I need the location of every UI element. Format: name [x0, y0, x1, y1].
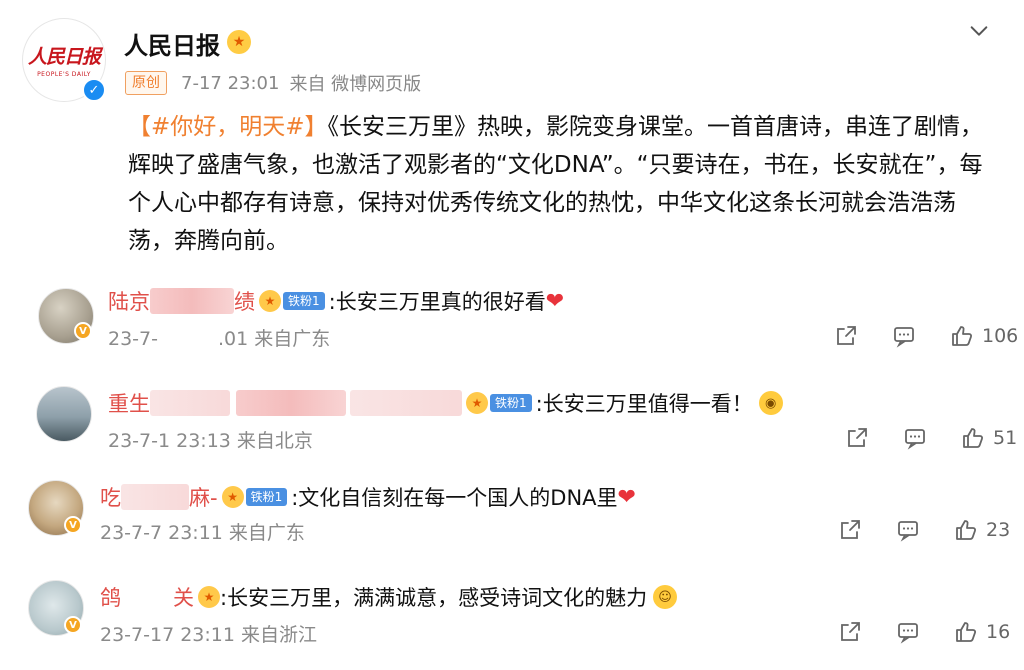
fan-badge: 铁粉1 — [283, 292, 325, 310]
post-meta: 原创 7-17 23:01 来自 微博网页版 — [125, 70, 421, 96]
comment-actions: 51 — [845, 426, 1017, 450]
commenter-name-end[interactable]: 麻- — [189, 482, 218, 512]
like-count: 16 — [986, 621, 1011, 643]
comment-item: V 鸽 关 ★ :长安三万里，满满诚意，感受诗词文化的魅力 ☺ 23-7-17 … — [0, 574, 1024, 666]
commenter-avatar[interactable] — [36, 386, 92, 442]
comment-item: V 陆京 绩 ★ 铁粉1 :长安三万里真的很好看 ❤ 23-7- .01 来自广东… — [0, 280, 1024, 372]
crown-icon: ★ — [466, 392, 488, 414]
commenter-name[interactable]: 陆京 — [108, 286, 150, 316]
comment-actions: 106 — [834, 324, 1018, 348]
redaction — [150, 288, 234, 314]
like-icon[interactable] — [961, 426, 985, 450]
share-icon[interactable] — [838, 518, 862, 542]
comment-item: V 吃 麻- ★ 铁粉1 :文化自信刻在每一个国人的DNA里 ❤ 23-7-7 … — [0, 474, 1024, 566]
like-icon[interactable] — [954, 518, 978, 542]
heart-emoji-icon: ❤ — [545, 288, 565, 314]
comment-text: :文化自信刻在每一个国人的DNA里 — [291, 486, 618, 510]
comment-text: :长安三万里真的很好看 — [328, 290, 546, 314]
comment-text: :长安三万里值得一看！ — [535, 392, 753, 416]
comment-time-end: .01 来自广东 — [217, 328, 331, 350]
share-icon[interactable] — [838, 620, 862, 644]
verified-icon: V — [64, 516, 82, 534]
redaction — [121, 484, 189, 510]
comment-line: 重生 ★ 铁粉1 :长安三万里值得一看！ ◉ — [108, 388, 783, 418]
original-tag: 原创 — [125, 71, 167, 95]
commenter-name-end[interactable]: 关 — [173, 582, 194, 612]
comment-icon[interactable] — [892, 324, 916, 348]
share-icon[interactable] — [834, 324, 858, 348]
like-count: 23 — [986, 519, 1011, 541]
comment-time-start: 23-7- — [108, 328, 158, 350]
like-icon[interactable] — [954, 620, 978, 644]
comment-icon[interactable] — [896, 518, 920, 542]
comment-actions: 23 — [838, 518, 1010, 542]
comment-line: 鸽 关 ★ :长安三万里，满满诚意，感受诗词文化的魅力 ☺ — [100, 582, 678, 612]
crown-icon: ★ — [227, 30, 251, 54]
comment-time-start: 23-7-1 — [108, 430, 171, 452]
redaction — [350, 390, 462, 416]
commenter-name[interactable]: 重生 — [108, 388, 150, 418]
comment-line: 吃 麻- ★ 铁粉1 :文化自信刻在每一个国人的DNA里 ❤ — [100, 482, 636, 512]
post-text: 【#你好，明天#】《长安三万里》热映，影院变身课堂。一首首唐诗，串连了剧情，辉映… — [128, 108, 990, 260]
comment-time-start: 23-7- — [100, 624, 150, 646]
redaction — [236, 390, 346, 416]
post-time[interactable]: 7-17 23:01 — [181, 73, 279, 94]
hashtag-link[interactable]: 【#你好，明天#】 — [128, 114, 328, 140]
like-count: 106 — [982, 325, 1019, 347]
avatar-logo-subtext: PEOPLE'S DAILY — [37, 71, 91, 78]
crown-icon: ★ — [221, 486, 244, 508]
crown-icon: ★ — [198, 586, 220, 608]
verified-icon: V — [74, 322, 92, 340]
commenter-name[interactable]: 吃 — [100, 482, 121, 512]
comment-icon[interactable] — [903, 426, 927, 450]
chevron-down-icon[interactable] — [968, 20, 990, 42]
surprised-emoji-icon: ◉ — [758, 391, 783, 415]
comment-time-start: 23-7- — [100, 522, 150, 544]
share-icon[interactable] — [845, 426, 869, 450]
like-icon[interactable] — [950, 324, 974, 348]
comment-meta: 23-7-1 23:13 来自北京 — [108, 426, 313, 453]
commenter-name[interactable]: 鸽 — [100, 582, 121, 612]
commenter-name-end[interactable]: 绩 — [234, 286, 255, 316]
comment-time-end: 7 23:11 来自广东 — [149, 522, 305, 544]
comment-time-end: 17 23:11 来自浙江 — [149, 624, 317, 646]
blushing-emoji-icon: ☺ — [653, 585, 678, 609]
comment-time-end: 23:13 来自北京 — [170, 430, 313, 452]
comment-item: 重生 ★ 铁粉1 :长安三万里值得一看！ ◉ 23-7-1 23:13 来自北京… — [0, 380, 1024, 472]
redaction — [150, 390, 230, 416]
comment-text: :长安三万里，满满诚意，感受诗词文化的魅力 — [220, 586, 648, 610]
comment-meta: 23-7-7 23:11 来自广东 — [100, 518, 305, 545]
post-source: 来自 微博网页版 — [289, 74, 422, 95]
verified-icon: V — [64, 616, 82, 634]
verified-icon: ✓ — [82, 78, 106, 102]
author-name[interactable]: 人民日报 — [124, 26, 220, 61]
comment-line: 陆京 绩 ★ 铁粉1 :长安三万里真的很好看 ❤ — [108, 286, 564, 316]
heart-emoji-icon: ❤ — [617, 484, 636, 510]
comment-meta: 23-7- .01 来自广东 — [108, 324, 330, 351]
comment-icon[interactable] — [896, 620, 920, 644]
comment-meta: 23-7-17 23:11 来自浙江 — [100, 620, 317, 647]
comment-actions: 16 — [838, 620, 1010, 644]
post-header: 人民日报 PEOPLE'S DAILY ✓ 人民日报 ★ 原创 7-17 23:… — [22, 18, 1002, 108]
fan-badge: 铁粉1 — [245, 488, 288, 506]
avatar-logo-text: 人民日报 — [27, 46, 101, 68]
fan-badge: 铁粉1 — [490, 394, 532, 412]
crown-icon: ★ — [259, 290, 281, 312]
like-count: 51 — [993, 427, 1018, 449]
